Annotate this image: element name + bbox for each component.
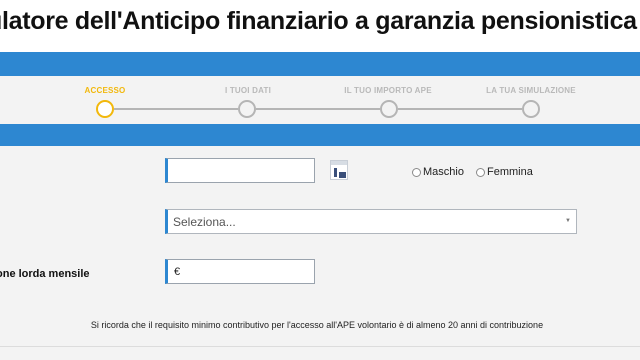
top-blue-bar xyxy=(0,52,640,76)
step-circle-accesso[interactable] xyxy=(96,100,114,118)
radio-female[interactable] xyxy=(476,167,485,177)
calendar-icon[interactable] xyxy=(330,160,348,180)
calendar-icon-mark xyxy=(334,168,337,177)
chevron-down-icon: ▼ xyxy=(565,218,571,224)
progress-steps: e ACCESSO I TUOI DATI IL TUO IMPORTO APE… xyxy=(0,76,640,124)
step-connector xyxy=(114,108,238,110)
category-select[interactable]: Seleziona... ▼ xyxy=(165,209,577,234)
divider xyxy=(0,346,640,347)
calendar-icon-mark xyxy=(339,172,346,178)
pension-amount-input[interactable]: € xyxy=(165,259,315,284)
gender-male-label: Maschio xyxy=(423,166,464,178)
page-title: ulatore dell'Anticipo finanziario a gara… xyxy=(0,7,640,35)
step-connector xyxy=(256,108,380,110)
contribution-note-text: Si ricorda che il requisito minimo contr… xyxy=(90,320,544,330)
step-label-accesso: ACCESSO xyxy=(84,86,126,95)
step-label-simulazione: LA TUA SIMULAZIONE xyxy=(486,86,576,95)
contribution-note: Si ricorda che il requisito minimo contr… xyxy=(0,320,640,330)
euro-prefix: € xyxy=(174,266,181,278)
step-circle-i-tuoi-dati[interactable] xyxy=(238,100,256,118)
step-label-importo-ape: IL TUO IMPORTO APE xyxy=(344,86,432,95)
pension-field-label: one lorda mensile xyxy=(0,268,90,280)
section-blue-bar xyxy=(0,124,640,146)
calendar-icon-header xyxy=(331,161,347,165)
step-connector xyxy=(398,108,522,110)
gender-female-label: Femmina xyxy=(487,166,533,178)
gender-female-option[interactable]: Femmina xyxy=(476,166,533,178)
access-form: Maschio Femmina Seleziona... ▼ one lorda… xyxy=(0,146,640,360)
page-title-bar: ulatore dell'Anticipo finanziario a gara… xyxy=(0,0,640,52)
category-select-value: Seleziona... xyxy=(173,215,236,229)
step-circle-simulazione[interactable] xyxy=(522,100,540,118)
step-label-i-tuoi-dati: I TUOI DATI xyxy=(224,86,272,95)
birthdate-input[interactable] xyxy=(165,158,315,183)
radio-male[interactable] xyxy=(412,167,421,177)
gender-male-option[interactable]: Maschio xyxy=(412,166,464,178)
step-circle-importo-ape[interactable] xyxy=(380,100,398,118)
